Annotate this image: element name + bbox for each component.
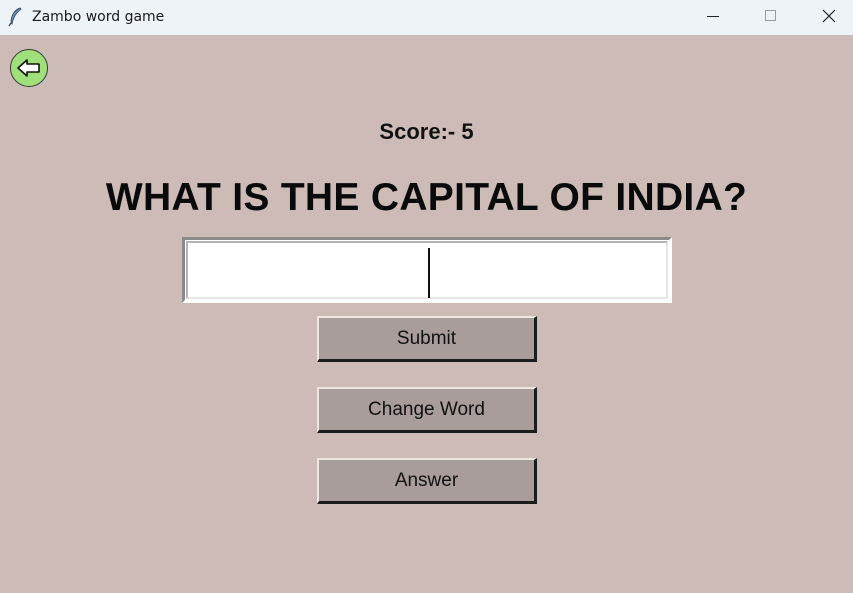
submit-button[interactable]: Submit: [317, 316, 537, 362]
answer-input-box[interactable]: [186, 241, 668, 299]
maximize-icon: [765, 10, 776, 21]
answer-input[interactable]: [188, 243, 666, 297]
close-icon: [822, 9, 836, 23]
maximize-button[interactable]: [747, 0, 793, 35]
minimize-button[interactable]: [690, 0, 736, 35]
back-button[interactable]: [10, 49, 48, 87]
game-panel: Score:- 5 WHAT IS THE CAPITAL OF INDIA? …: [0, 35, 853, 593]
answer-input-frame[interactable]: [182, 237, 672, 303]
feather-icon: [8, 7, 24, 27]
title-bar: Zambo word game: [0, 0, 853, 35]
change-word-button[interactable]: Change Word: [317, 387, 537, 433]
question-text: WHAT IS THE CAPITAL OF INDIA?: [105, 176, 748, 219]
window-title: Zambo word game: [32, 9, 165, 25]
text-cursor: [428, 248, 430, 298]
answer-button[interactable]: Answer: [317, 458, 537, 504]
close-button[interactable]: [806, 0, 852, 35]
arrow-left-icon: [17, 59, 40, 77]
score-label: Score:- 5: [379, 119, 474, 144]
minimize-icon: [707, 16, 719, 17]
